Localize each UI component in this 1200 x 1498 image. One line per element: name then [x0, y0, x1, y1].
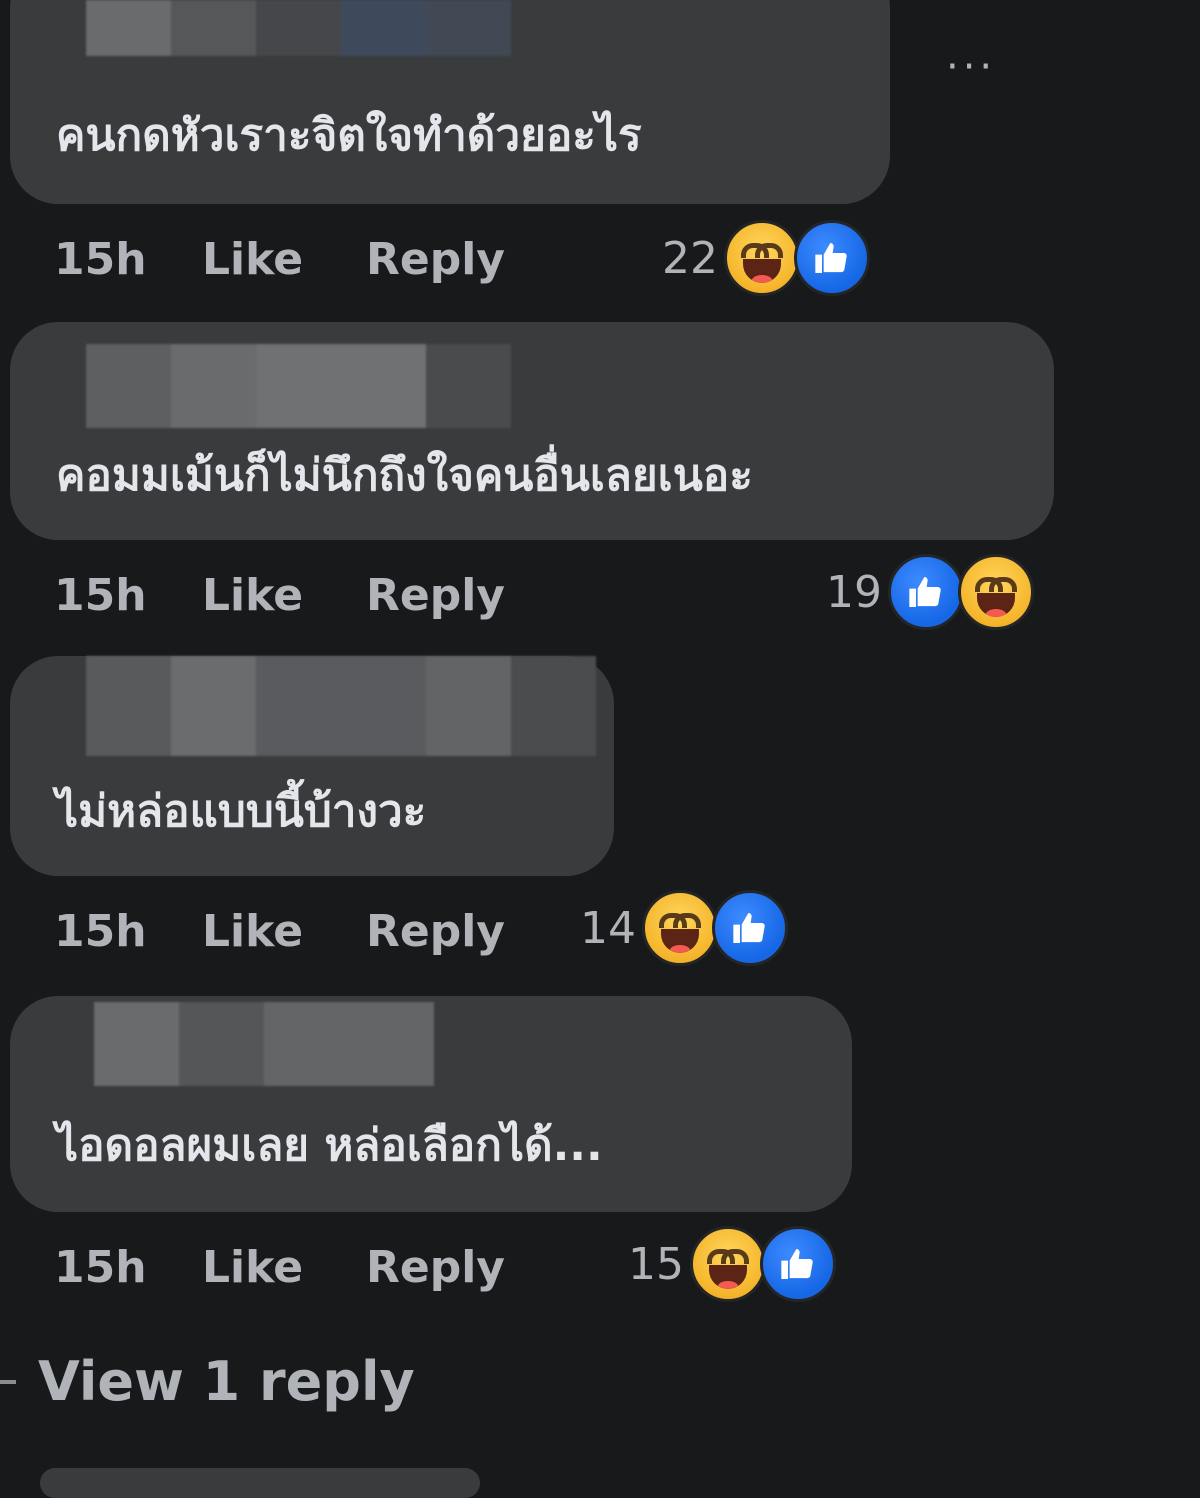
- comment-actions: 15h Like Reply: [54, 1232, 505, 1302]
- haha-icon: [642, 890, 718, 966]
- reply-button[interactable]: Reply: [366, 570, 505, 621]
- reaction-count: 15: [628, 1238, 684, 1290]
- reaction-summary[interactable]: 15: [628, 1224, 836, 1304]
- comment-time[interactable]: 15h: [54, 234, 202, 285]
- reaction-summary[interactable]: 22: [662, 218, 870, 298]
- thread-connector: [0, 1379, 16, 1384]
- comment-text: คนกดหัวเราะจิตใจทำด้วยอะไร: [56, 110, 642, 161]
- haha-icon: [690, 1226, 766, 1302]
- like-button[interactable]: Like: [202, 906, 366, 957]
- blurred-author-name: [86, 656, 596, 756]
- haha-icon: [958, 554, 1034, 630]
- like-icon: [760, 1226, 836, 1302]
- comment-time[interactable]: 15h: [54, 1242, 202, 1293]
- like-button[interactable]: Like: [202, 570, 366, 621]
- comment-text: ไม่หล่อแบบนี้บ้างวะ: [56, 786, 427, 837]
- like-button[interactable]: Like: [202, 234, 366, 285]
- blurred-author-name: [94, 1002, 434, 1086]
- comment-bubble: คนกดหัวเราะจิตใจทำด้วยอะไร: [10, 0, 890, 204]
- comment-actions: 15h Like Reply: [54, 560, 505, 630]
- comment-actions: 15h Like Reply: [54, 896, 505, 966]
- next-comment-bubble: [40, 1468, 480, 1498]
- comment-text: คอมมเม้นก็ไม่นึกถึงใจคนอื่นเลยเนอะ: [56, 450, 753, 501]
- comment-actions: 15h Like Reply: [54, 224, 505, 294]
- like-button[interactable]: Like: [202, 1242, 366, 1293]
- reply-button[interactable]: Reply: [366, 234, 505, 285]
- more-options-icon[interactable]: ···: [946, 44, 996, 90]
- reaction-summary[interactable]: 14: [580, 888, 788, 968]
- blurred-author-name: [86, 344, 511, 428]
- view-replies-link[interactable]: View 1 reply: [0, 1350, 415, 1413]
- reaction-count: 22: [662, 232, 718, 284]
- reply-button[interactable]: Reply: [366, 1242, 505, 1293]
- blurred-author-name: [86, 0, 511, 56]
- comment-time[interactable]: 15h: [54, 906, 202, 957]
- like-icon: [888, 554, 964, 630]
- comment-bubble: ไอดอลผมเลย หล่อเลือกได้...: [10, 996, 852, 1212]
- view-replies-label[interactable]: View 1 reply: [38, 1350, 415, 1413]
- like-icon: [794, 220, 870, 296]
- like-icon: [712, 890, 788, 966]
- haha-icon: [724, 220, 800, 296]
- reaction-count: 19: [826, 566, 882, 618]
- reaction-count: 14: [580, 902, 636, 954]
- comment-time[interactable]: 15h: [54, 570, 202, 621]
- comment-bubble: คอมมเม้นก็ไม่นึกถึงใจคนอื่นเลยเนอะ: [10, 322, 1054, 540]
- reaction-summary[interactable]: 19: [826, 552, 1034, 632]
- comment-text: ไอดอลผมเลย หล่อเลือกได้...: [56, 1120, 603, 1171]
- reply-button[interactable]: Reply: [366, 906, 505, 957]
- comment-bubble: ไม่หล่อแบบนี้บ้างวะ: [10, 656, 614, 876]
